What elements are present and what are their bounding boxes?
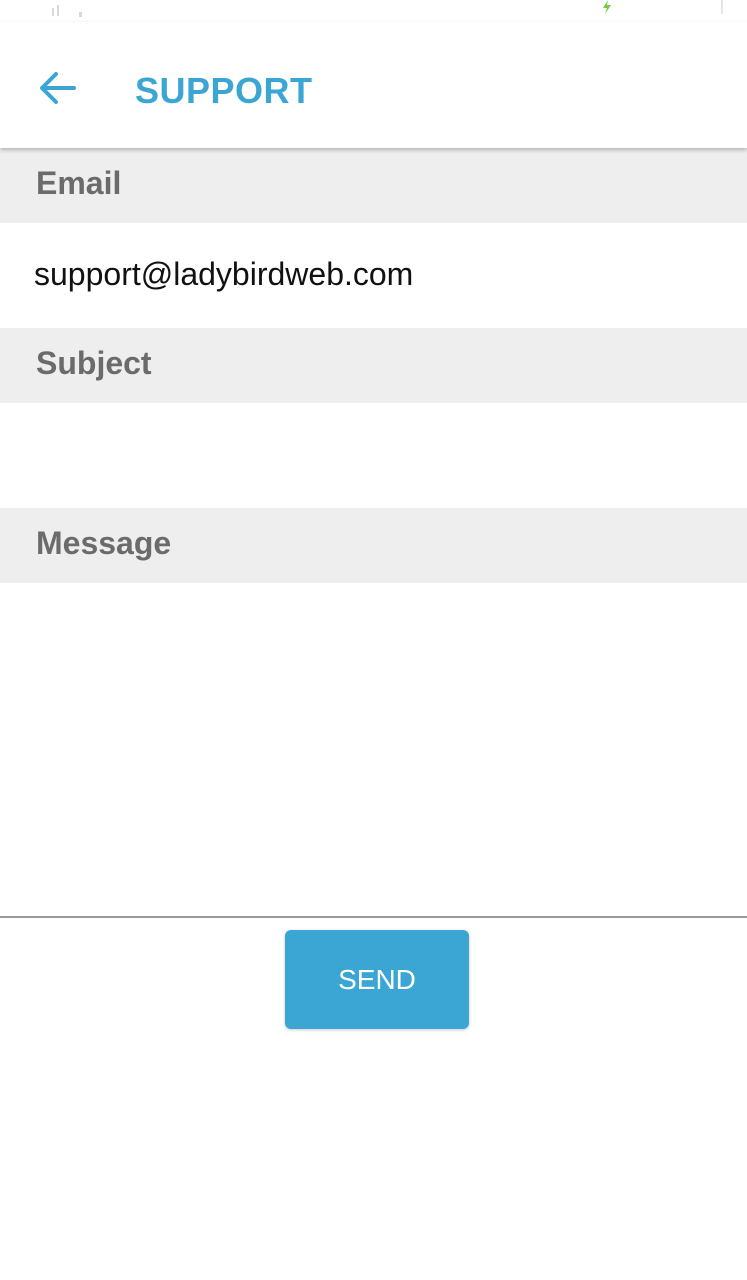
email-field[interactable]: support@ladybirdweb.com (0, 223, 747, 328)
page-title: SUPPORT (135, 70, 313, 111)
signal-icon (52, 5, 82, 17)
back-button[interactable] (30, 60, 86, 116)
email-label: Email (36, 165, 122, 201)
charging-icon (603, 0, 611, 14)
app-bar: SUPPORT (0, 22, 747, 148)
message-section-header: Message (0, 508, 747, 583)
email-section-header: Email (0, 148, 747, 223)
status-bar (0, 0, 747, 22)
arrow-left-icon (40, 72, 76, 104)
message-divider (0, 916, 747, 918)
message-label: Message (36, 525, 172, 561)
send-button[interactable]: SEND (285, 930, 469, 1029)
message-textarea[interactable] (0, 583, 747, 916)
email-value: support@ladybirdweb.com (34, 256, 414, 292)
subject-section-header: Subject (0, 328, 747, 403)
subject-label: Subject (36, 345, 152, 381)
battery-edge (721, 0, 723, 14)
subject-input[interactable] (0, 403, 747, 508)
